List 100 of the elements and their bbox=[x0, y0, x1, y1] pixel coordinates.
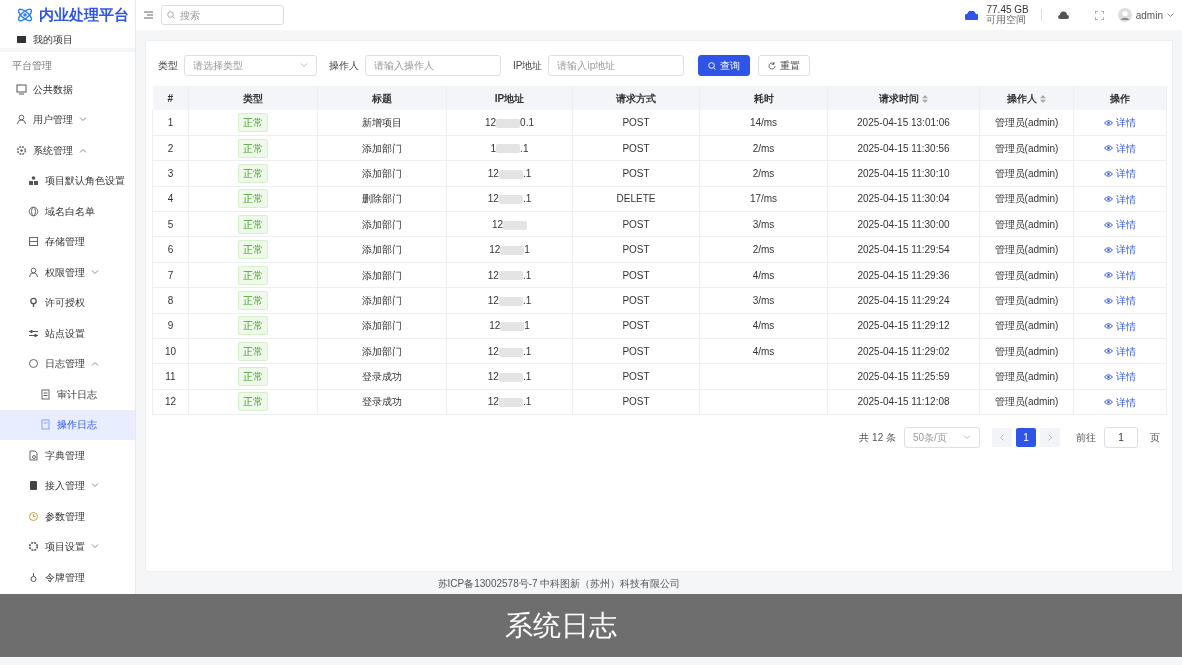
sidebar-group[interactable]: 权限管理 bbox=[0, 257, 135, 288]
sidebar-item[interactable]: 存储管理 bbox=[0, 226, 135, 257]
gear-icon bbox=[16, 144, 27, 156]
eye-icon bbox=[1104, 119, 1113, 126]
details-link[interactable]: 详情 bbox=[1104, 140, 1136, 156]
redaction-blur bbox=[503, 220, 528, 230]
chevron-down-icon bbox=[963, 435, 971, 441]
ip-cell: 12 .1 bbox=[446, 262, 573, 288]
table-cell: 2025-04-15 11:29:12 bbox=[827, 313, 980, 339]
sidebar-item[interactable]: 参数管理 bbox=[0, 501, 135, 532]
sidebar-group[interactable]: 项目设置 bbox=[0, 531, 135, 562]
menu-icon[interactable] bbox=[144, 11, 153, 19]
table-cell: 14/ms bbox=[699, 110, 828, 136]
sidebar-item[interactable]: 站点设置 bbox=[0, 318, 135, 349]
column-header: # bbox=[152, 86, 189, 110]
chevron-down-icon[interactable] bbox=[79, 117, 87, 123]
document-icon bbox=[40, 419, 51, 431]
sidebar-item[interactable]: 项目默认角色设置 bbox=[0, 165, 135, 196]
filter-label: IP地址 bbox=[513, 59, 543, 73]
ip-cell: 12 bbox=[446, 211, 573, 237]
table-cell: 2025-04-15 11:29:36 bbox=[827, 262, 980, 288]
table-cell: 添加部门 bbox=[317, 338, 447, 364]
table-cell: 2025-04-15 11:29:54 bbox=[827, 236, 980, 263]
table-cell: 添加部门 bbox=[317, 262, 447, 288]
ip-cell: 12 .1 bbox=[446, 287, 573, 314]
eye-icon bbox=[1104, 297, 1113, 304]
table-cell: POST bbox=[572, 135, 700, 161]
sidebar-item[interactable]: 操作日志 bbox=[0, 409, 135, 440]
search-field[interactable]: 搜索 bbox=[161, 5, 284, 25]
sort-icon[interactable] bbox=[921, 94, 928, 103]
fullscreen-icon[interactable] bbox=[1094, 10, 1104, 20]
table-cell: 2025-04-15 11:25:59 bbox=[827, 363, 980, 390]
sidebar-item[interactable]: 令牌管理 bbox=[0, 562, 135, 593]
details-link[interactable]: 详情 bbox=[1104, 293, 1136, 309]
eye-icon bbox=[1104, 145, 1113, 152]
table-cell: 8 bbox=[152, 287, 189, 314]
sidebar-item[interactable]: 审计日志 bbox=[0, 379, 135, 410]
details-link[interactable]: 详情 bbox=[1104, 343, 1136, 359]
chevron-left-icon bbox=[1000, 434, 1004, 442]
reset-button[interactable]: 重置 bbox=[758, 55, 811, 76]
details-link[interactable]: 详情 bbox=[1104, 191, 1136, 207]
chevron-down-icon[interactable] bbox=[91, 544, 99, 550]
column-header: 耗时 bbox=[699, 86, 828, 110]
table-cell: 2 bbox=[152, 135, 189, 161]
sidebar-item[interactable]: 许可授权 bbox=[0, 287, 135, 318]
details-link[interactable]: 详情 bbox=[1104, 394, 1136, 410]
details-link[interactable]: 详情 bbox=[1104, 166, 1136, 182]
table-cell: 4/ms bbox=[699, 262, 828, 288]
details-link[interactable]: 详情 bbox=[1104, 318, 1136, 334]
document-icon bbox=[40, 388, 51, 400]
ip-cell: 12 0.1 bbox=[446, 110, 573, 136]
table-cell: 5 bbox=[152, 211, 189, 237]
goto-label: 前往 bbox=[1076, 431, 1096, 446]
chevron-down-icon[interactable] bbox=[91, 483, 99, 489]
table-cell: 管理员(admin) bbox=[979, 287, 1074, 314]
people-icon bbox=[28, 175, 39, 187]
page-button[interactable]: 1 bbox=[1016, 428, 1036, 448]
table-cell: 4/ms bbox=[699, 338, 828, 364]
table-cell: 管理员(admin) bbox=[979, 313, 1074, 339]
status-tag: 正常 bbox=[238, 214, 268, 234]
search-button[interactable]: 查询 bbox=[698, 55, 751, 76]
table-cell: 管理员(admin) bbox=[979, 363, 1074, 390]
table-cell: 6 bbox=[152, 236, 189, 263]
prev-page-button[interactable] bbox=[992, 428, 1012, 448]
sidebar-item[interactable]: 公共数据 bbox=[0, 74, 135, 105]
details-link[interactable]: 详情 bbox=[1104, 267, 1136, 283]
details-link[interactable]: 详情 bbox=[1104, 369, 1136, 385]
chevron-up-icon[interactable] bbox=[91, 361, 99, 367]
status-tag: 正常 bbox=[238, 112, 268, 132]
sidebar-group[interactable]: 系统管理 bbox=[0, 135, 135, 166]
table-cell: 删除部门 bbox=[317, 186, 447, 212]
sidebar-item[interactable]: 字典管理 bbox=[0, 440, 135, 471]
sort-icon[interactable] bbox=[1039, 94, 1046, 103]
table-cell: 登录成功 bbox=[317, 363, 447, 390]
sidebar-group[interactable]: 日志管理 bbox=[0, 348, 135, 379]
column-header[interactable]: 请求时间 bbox=[827, 86, 980, 110]
table-cell: 3/ms bbox=[699, 287, 828, 314]
column-header[interactable]: 操作人 bbox=[979, 86, 1074, 110]
atom-logo-icon bbox=[16, 6, 34, 24]
redaction-blur bbox=[498, 347, 523, 357]
details-link[interactable]: 详情 bbox=[1104, 217, 1136, 232]
user-menu[interactable]: admin bbox=[1117, 7, 1174, 23]
details-link[interactable]: 详情 bbox=[1104, 242, 1136, 258]
input-field[interactable]: 请输入ip地址 bbox=[548, 55, 685, 76]
page-input[interactable]: 1 bbox=[1104, 427, 1138, 449]
sidebar-item[interactable]: 域名白名单 bbox=[0, 196, 135, 227]
input-field[interactable]: 请输入操作人 bbox=[365, 55, 501, 76]
table-cell: 11 bbox=[152, 363, 189, 390]
next-page-button[interactable] bbox=[1040, 428, 1060, 448]
details-link[interactable]: 详情 bbox=[1104, 115, 1136, 131]
search-icon bbox=[167, 11, 175, 19]
chevron-down-icon[interactable] bbox=[91, 269, 99, 275]
table-cell: 10 bbox=[152, 338, 189, 364]
sidebar-group[interactable]: 接入管理 bbox=[0, 470, 135, 501]
sidebar-group[interactable]: 用户管理 bbox=[0, 104, 135, 135]
sidebar-item[interactable]: 我的项目 bbox=[0, 30, 135, 52]
table-cell: 2025-04-15 11:12:08 bbox=[827, 389, 980, 415]
table-cell: DELETE bbox=[572, 186, 700, 212]
chevron-up-icon[interactable] bbox=[79, 147, 87, 153]
cloud-icon[interactable] bbox=[1057, 11, 1069, 19]
